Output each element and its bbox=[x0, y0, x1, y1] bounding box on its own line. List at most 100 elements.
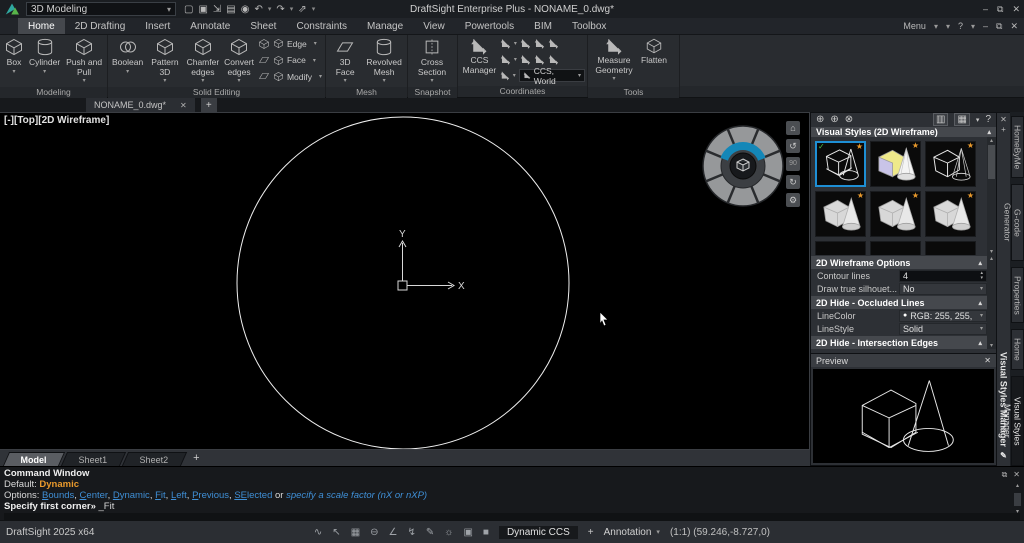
pattern-3d-dropdown-icon[interactable]: ▾ bbox=[163, 77, 166, 87]
revolved-mesh-button[interactable]: Revolved Mesh ▾ bbox=[363, 36, 405, 88]
3d-face-button[interactable]: 3D Face ▾ bbox=[328, 36, 362, 88]
redo-icon[interactable]: ↷ bbox=[276, 4, 284, 15]
command-option-link[interactable]: Dynamic bbox=[113, 490, 150, 501]
publish-icon[interactable]: ⇗ bbox=[298, 4, 306, 15]
ccs-z-icon[interactable] bbox=[548, 54, 559, 65]
chamfer-dropdown-icon[interactable]: ▾ bbox=[201, 77, 204, 87]
ccs-origin-icon[interactable] bbox=[520, 38, 531, 49]
push-pull-button[interactable]: Push and Pull ▾ bbox=[63, 36, 105, 88]
command-close-icon[interactable]: ✕ bbox=[1013, 469, 1020, 480]
ccs-world-icon[interactable] bbox=[520, 54, 531, 65]
scroll-up-icon[interactable]: ▴ bbox=[990, 255, 993, 262]
circle-entity[interactable] bbox=[236, 116, 570, 449]
command-option-link[interactable]: Bounds bbox=[42, 490, 74, 501]
convert-edges-button[interactable]: Convert edges ▾ bbox=[222, 36, 256, 88]
boolean-dropdown-icon[interactable]: ▾ bbox=[126, 68, 129, 78]
publish-dropdown-icon[interactable]: ▾ bbox=[312, 5, 316, 13]
style-thumbnail-shades-of-gray[interactable]: ★ bbox=[925, 191, 976, 237]
document-close-icon[interactable]: ✕ bbox=[180, 101, 187, 110]
tab-bim[interactable]: BIM bbox=[524, 18, 562, 34]
ccs-entity-icon[interactable] bbox=[534, 38, 545, 49]
edge-button[interactable]: Edge ▾ bbox=[273, 38, 322, 49]
open-file-icon[interactable]: ▣ bbox=[198, 4, 207, 15]
command-option-link[interactable]: Fit bbox=[155, 490, 166, 501]
add-scale-button[interactable]: + bbox=[588, 527, 594, 538]
scroll-down-icon[interactable]: ▾ bbox=[990, 342, 993, 349]
rotate-cw-button[interactable]: ↻ bbox=[786, 175, 800, 189]
silhouette-select[interactable]: No ▾ bbox=[899, 282, 987, 295]
tab-annotate[interactable]: Annotate bbox=[180, 18, 240, 34]
modify-button[interactable]: Modify ▾ bbox=[273, 71, 322, 82]
tab-home[interactable]: Home bbox=[18, 18, 65, 34]
view-settings-button[interactable]: ⚙ bbox=[786, 193, 800, 207]
scroll-up-icon[interactable]: ▴ bbox=[990, 137, 993, 144]
home-view-button[interactable]: ⌂ bbox=[786, 121, 800, 135]
panel-options-icon[interactable]: ▦ bbox=[954, 113, 970, 126]
doc-minimize-button[interactable]: – bbox=[983, 21, 988, 31]
tab-insert[interactable]: Insert bbox=[135, 18, 180, 34]
restore-button[interactable]: ⧉ bbox=[997, 4, 1003, 15]
intersection-edges-header[interactable]: 2D Hide - Intersection Edges ▴ bbox=[811, 336, 987, 349]
cylinder-button[interactable]: Cylinder ▾ bbox=[27, 36, 62, 78]
scrollbar-thumb[interactable] bbox=[988, 145, 995, 179]
shell-solid-icon[interactable] bbox=[258, 54, 270, 66]
new-style-icon[interactable]: ⊕ bbox=[816, 114, 824, 125]
sheet-tab-sheet2[interactable]: Sheet2 bbox=[121, 452, 187, 466]
sidebar-tab-gcode-generator[interactable]: G-code Generator bbox=[1003, 184, 1024, 261]
doc-restore-button[interactable]: ⧉ bbox=[996, 21, 1002, 32]
push-pull-dropdown-icon[interactable]: ▾ bbox=[83, 77, 86, 87]
command-option-link[interactable]: Left bbox=[171, 490, 187, 501]
style-thumbnail-shaded-edges[interactable]: ★ bbox=[870, 191, 921, 237]
undo-icon[interactable]: ↶ bbox=[254, 4, 262, 15]
style-thumbnail-flat[interactable]: ★ bbox=[870, 141, 921, 187]
collapse-icon[interactable]: ▴ bbox=[978, 339, 982, 347]
menu-button[interactable]: Menu bbox=[903, 21, 926, 31]
scrollbar-thumb[interactable] bbox=[1014, 493, 1021, 506]
rotate-ccw-button[interactable]: ↺ bbox=[786, 139, 800, 153]
modify-dropdown-icon[interactable]: ▾ bbox=[319, 73, 322, 80]
save-as-icon[interactable]: ⇲ bbox=[213, 4, 221, 15]
new-file-icon[interactable]: ▢ bbox=[184, 4, 193, 15]
collapse-icon[interactable]: ▴ bbox=[978, 259, 982, 267]
menu-dropdown-icon[interactable]: ▾ bbox=[934, 22, 938, 31]
pattern-3d-button[interactable]: Pattern 3D ▾ bbox=[146, 36, 183, 88]
etrack-icon[interactable]: ✎ bbox=[426, 527, 434, 538]
style-thumbnail-2d-wireframe[interactable]: ✓ ★ bbox=[815, 141, 866, 187]
sidebar-tab-visual-styles-manager[interactable]: Visual Styles Manager bbox=[1003, 376, 1024, 466]
command-window[interactable]: Command Window Default: Dynamic Options:… bbox=[0, 466, 1024, 521]
annotation-scale-selector[interactable]: Annotation ▾ bbox=[604, 527, 660, 538]
web-icon[interactable]: ◉ bbox=[241, 4, 250, 15]
clean-solid-icon[interactable] bbox=[258, 70, 270, 82]
esnap-icon[interactable]: ↯ bbox=[408, 527, 416, 538]
sidebar-tab-properties[interactable]: Properties bbox=[1010, 266, 1024, 324]
scroll-up-icon[interactable]: ▴ bbox=[1016, 481, 1019, 492]
ccs-dropdown-icon[interactable]: ▾ bbox=[514, 40, 517, 47]
add-sheet-button[interactable]: + bbox=[193, 452, 199, 464]
print-area-icon[interactable]: ■ bbox=[483, 527, 489, 538]
tab-toolbox[interactable]: Toolbox bbox=[562, 18, 616, 34]
visual-styles-header[interactable]: Visual Styles (2D Wireframe) ▴ bbox=[811, 127, 996, 137]
face-button[interactable]: Face ▾ bbox=[273, 55, 322, 66]
undo-dropdown-icon[interactable]: ▾ bbox=[268, 5, 272, 13]
preview-close-icon[interactable]: ✕ bbox=[984, 356, 991, 365]
occluded-lines-header[interactable]: 2D Hide - Occluded Lines ▴ bbox=[811, 296, 987, 309]
box-button[interactable]: Box ▾ bbox=[2, 36, 26, 78]
apply-style-icon[interactable]: ⊕ bbox=[830, 114, 838, 125]
box-dropdown-icon[interactable]: ▾ bbox=[12, 68, 15, 78]
drawing-canvas[interactable]: [-][Top][2D Wireframe] Y X ⌂ ↺ 90 ↻ ⚙ bbox=[0, 112, 810, 450]
style-thumbnail-shaded[interactable]: ★ bbox=[815, 191, 866, 237]
properties-scrollbar[interactable]: ▴ ▾ bbox=[987, 255, 996, 349]
sheet-tab-model[interactable]: Model bbox=[2, 452, 66, 466]
tab-sheet[interactable]: Sheet bbox=[240, 18, 286, 34]
delete-style-icon[interactable]: ⊗ bbox=[845, 114, 853, 125]
panel-pin-icon[interactable]: + bbox=[1001, 125, 1006, 135]
tab-constraints[interactable]: Constraints bbox=[286, 18, 357, 34]
sidebar-tab-homebyme[interactable]: HomeByMe bbox=[1010, 116, 1024, 179]
style-thumbnail-more-3[interactable] bbox=[925, 241, 976, 255]
ccs-x-icon[interactable] bbox=[534, 54, 545, 65]
wheel-cube-icon[interactable] bbox=[736, 158, 750, 172]
new-document-button[interactable]: + bbox=[200, 98, 217, 112]
ortho-icon[interactable]: ⊖ bbox=[370, 527, 378, 538]
ccs-view-icon[interactable] bbox=[500, 54, 511, 65]
workspace-selector[interactable]: 3D Modeling ▾ bbox=[26, 2, 176, 16]
